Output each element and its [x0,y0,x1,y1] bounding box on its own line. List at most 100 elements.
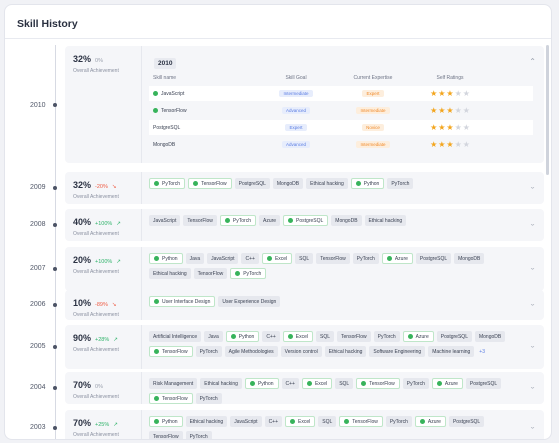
achievement-percent: 70% [73,380,92,390]
current-expertise-cell: Intermediate [329,107,417,114]
achievement-delta: 0% [95,384,103,390]
skill-name: JavaScript [161,90,185,97]
achievement: 10% -89% ↘ Overall Achievement [73,298,143,318]
rating-stars: ★ ★ ★ ★ ★ [417,88,483,98]
skill-tag-label: PostgreSQL [419,255,448,262]
current-expertise-pill: Novice [362,124,384,131]
scrollbar[interactable] [546,45,549,175]
achievement-label: Overall Achievement [73,394,119,400]
year-row[interactable]: 70% +25% ↗ Overall Achievement Python Ethical… [65,410,544,440]
star-icon: ★ [430,105,438,115]
skill-tag: Ethical hacking [324,346,367,357]
chevron-down-icon[interactable]: ⌄ [529,301,536,307]
skill-tag-label: SQL [339,380,350,387]
chevron-down-icon[interactable]: ⌄ [529,343,536,349]
timeline-dot [53,386,57,390]
skill-tag: Ethical hacking [364,215,407,226]
star-icon: ★ [438,139,446,149]
chevron-down-icon[interactable]: ⌄ [529,424,536,430]
skill-tag: PostgreSQL [448,416,485,427]
skill-tag: C++ [241,253,259,264]
skill-tag-label: JavaScript [234,418,258,425]
header-skill-name: Skill name [153,75,177,81]
skill-tag-label: PostgreSQL [452,418,481,425]
table-row: TensorFlow Advanced Intermediate ★ ★ ★ ★ ★ [149,103,533,118]
skill-goal-pill: Advanced [281,107,310,114]
skill-tag-label: PyTorch [243,270,262,277]
skill-tag: PyTorch [230,268,267,279]
achievement-percent: 40% [73,217,92,227]
skill-tags: Python Ethical hacking JavaScript C++ Excel S… [149,416,519,440]
skill-tag-label: PostgreSQL [296,217,324,224]
skill-tag: PostgreSQL [415,253,452,264]
timeline-dot [53,426,57,430]
skill-tag: TensorFlow [149,431,183,440]
chevron-down-icon[interactable]: ⌄ [529,221,536,227]
skill-tag-label: C++ [266,333,276,340]
skill-tag-label: TensorFlow [153,433,179,440]
achievement-percent: 32% [73,54,92,64]
more-skills-count[interactable]: +3 [477,346,487,357]
skill-tag-label: Python [162,255,178,262]
self-rating-cell: ★ ★ ★ ★ ★ [417,88,483,98]
skill-tag: PostgreSQL [465,378,502,389]
achievement: 70% 0% Overall Achievement [73,380,143,400]
skill-tag: TensorFlow [149,346,193,357]
skill-tag-label: Artificial Intelligence [153,333,198,340]
year-row[interactable]: 32% -20% ↘ Overall Achievement PyTorch Tensor… [65,172,544,204]
year-label: 2009 [30,184,46,191]
star-icon: ★ [430,88,438,98]
chevron-down-icon[interactable]: ⌄ [529,184,536,190]
year-label: 2007 [30,265,46,272]
year-row[interactable]: 10% -89% ↘ Overall Achievement User Interfac… [65,290,544,320]
check-circle-icon [361,381,367,386]
skill-tag: PyTorch [373,331,400,342]
skill-tag-label: MongoDB [276,180,300,187]
skill-tags: Python Java JavaScript C++ Excel SQL TensorFlo… [149,253,519,279]
achievement-label: Overall Achievement [73,347,119,353]
check-circle-icon [249,381,255,386]
skill-tag: TensorFlow [183,215,217,226]
skill-tag: JavaScript [149,215,181,226]
achievement-percent: 20% [73,255,92,265]
star-icon: ★ [446,88,454,98]
skill-tag: Excel [285,416,316,427]
skill-tag-label: Ethical hacking [328,348,363,355]
current-expertise-cell: Expert [329,90,417,97]
timeline-dot [53,186,57,190]
skill-tag-label: MongoDB [458,255,481,262]
year-row[interactable]: 40% +100% ↗ Overall Achievement JavaScript Te… [65,209,544,241]
chevron-up-icon[interactable]: ⌃ [529,58,536,66]
achievement-percent: 32% [73,180,92,190]
chevron-down-icon[interactable]: ⌄ [529,384,536,390]
skill-tags: PyTorch TensorFlow PostgreSQL MongoDB Ethica… [149,178,519,189]
year-row[interactable]: 20% +100% ↗ Overall Achievement Python Java Ja… [65,247,544,291]
skill-tag-label: PyTorch [377,333,396,340]
skill-tag: MongoDB [331,215,362,226]
skill-tag: PostgreSQL [234,178,270,189]
skill-tag-label: PyTorch [391,180,410,187]
achievement-percent: 70% [73,418,92,428]
chevron-down-icon[interactable]: ⌄ [529,265,536,271]
skill-tag-label: Python [363,180,380,187]
skill-tag: SQL [335,378,354,389]
skill-goal-pill: Advanced [281,141,310,148]
star-icon: ★ [462,88,470,98]
skill-tag-label: Agile Methodologies [228,348,274,355]
skill-tag: PyTorch [149,178,186,189]
skill-tag-label: Version control [284,348,318,355]
year-row[interactable]: 70% 0% Overall Achievement Risk Management E… [65,372,544,404]
achievement-delta: -89% [95,302,108,308]
skill-history-card: Skill History 2010 32% 0% Overall Achiev… [4,4,552,440]
skill-tag: Azure [381,253,413,264]
check-circle-icon [407,334,413,339]
skill-tag: Ethical hacking [200,378,242,389]
skill-tag-label: User Experience Design [222,298,277,305]
skill-tag: Python [225,331,260,342]
check-circle-icon [306,381,312,386]
year-row[interactable]: 90% +28% ↗ Overall Achievement Artificial In… [65,325,544,369]
skill-tag-label: Java [189,255,201,262]
skill-tag-label: Ethical hacking [310,180,344,187]
timeline-dot [53,267,57,271]
column-divider [141,46,142,163]
